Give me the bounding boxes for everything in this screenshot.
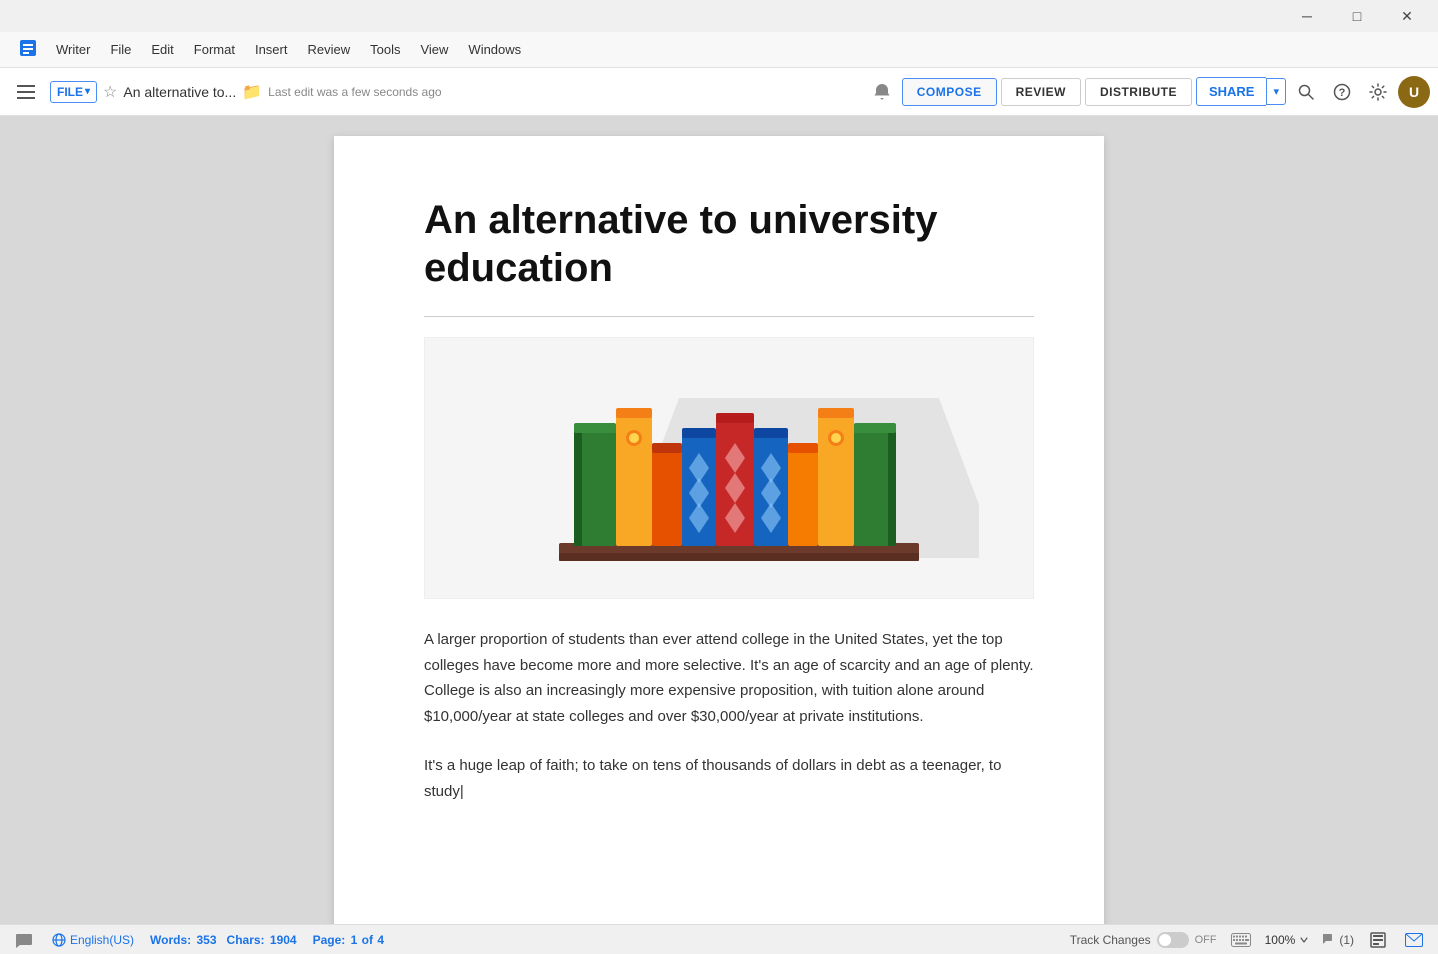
document-heading: An alternative to university education bbox=[424, 196, 1034, 292]
share-dropdown-button[interactable]: ▾ bbox=[1266, 78, 1286, 105]
distribute-tab[interactable]: DISTRIBUTE bbox=[1085, 78, 1192, 106]
status-bar: English(US) Words: 353 Chars: 1904 Page:… bbox=[0, 924, 1438, 954]
paragraph-2: It's a huge leap of faith; to take on te… bbox=[424, 753, 1034, 804]
language-label: English(US) bbox=[70, 933, 134, 947]
menu-format[interactable]: Format bbox=[186, 38, 243, 61]
zoom-control[interactable]: 100% bbox=[1265, 933, 1310, 947]
status-right: Track Changes OFF 100% bbox=[1070, 928, 1426, 952]
menu-file[interactable]: File bbox=[102, 38, 139, 61]
favorite-star-icon[interactable]: ☆ bbox=[103, 82, 117, 102]
comments-count[interactable]: (1) bbox=[1321, 932, 1354, 948]
last-edit-status: Last edit was a few seconds ago bbox=[268, 85, 860, 99]
word-count: Words: 353 Chars: 1904 bbox=[150, 933, 297, 947]
status-left: English(US) Words: 353 Chars: 1904 Page:… bbox=[12, 928, 1054, 952]
hamburger-button[interactable] bbox=[8, 74, 44, 110]
help-button[interactable]: ? bbox=[1326, 76, 1358, 108]
paragraph-1: A larger proportion of students than eve… bbox=[424, 627, 1034, 729]
svg-text:?: ? bbox=[1339, 87, 1346, 99]
menu-edit[interactable]: Edit bbox=[143, 38, 181, 61]
main-area: An alternative to university education bbox=[0, 116, 1438, 924]
file-label: FILE bbox=[57, 85, 83, 99]
track-changes-toggle[interactable]: Track Changes OFF bbox=[1070, 932, 1217, 948]
comment-status-button[interactable] bbox=[12, 928, 36, 952]
search-button[interactable] bbox=[1290, 76, 1322, 108]
toolbar: FILE ▾ ☆ An alternative to... 📁 Last edi… bbox=[0, 68, 1438, 116]
menu-review[interactable]: Review bbox=[299, 38, 358, 61]
settings-button[interactable] bbox=[1362, 76, 1394, 108]
menu-view[interactable]: View bbox=[412, 38, 456, 61]
book-image bbox=[424, 337, 1034, 599]
zoom-value: 100% bbox=[1265, 933, 1296, 947]
menu-writer[interactable]: Writer bbox=[48, 38, 98, 61]
print-layout-button[interactable] bbox=[1366, 928, 1390, 952]
menu-bar: Writer File Edit Format Insert Review To… bbox=[0, 32, 1438, 68]
file-button[interactable]: FILE ▾ bbox=[50, 81, 97, 103]
share-button[interactable]: SHARE bbox=[1196, 77, 1267, 106]
language-selector[interactable]: English(US) bbox=[52, 933, 134, 947]
title-bar: ─ □ ✕ bbox=[0, 0, 1438, 32]
notification-bell-button[interactable] bbox=[866, 76, 898, 108]
minimize-button[interactable]: ─ bbox=[1284, 0, 1330, 32]
menu-windows[interactable]: Windows bbox=[460, 38, 529, 61]
compose-tab[interactable]: COMPOSE bbox=[902, 78, 997, 106]
page-info: Page: 1 of 4 bbox=[313, 933, 384, 947]
document-container: An alternative to university education bbox=[0, 116, 1438, 924]
review-tab[interactable]: REVIEW bbox=[1001, 78, 1081, 106]
track-changes-label: Track Changes bbox=[1070, 933, 1151, 947]
app-icon bbox=[12, 36, 44, 63]
menu-insert[interactable]: Insert bbox=[247, 38, 296, 61]
maximize-button[interactable]: □ bbox=[1334, 0, 1380, 32]
comments-count-badge: (1) bbox=[1339, 933, 1354, 947]
keyboard-icon[interactable] bbox=[1229, 928, 1253, 952]
folder-icon[interactable]: 📁 bbox=[242, 82, 262, 102]
email-button[interactable] bbox=[1402, 928, 1426, 952]
user-avatar[interactable]: U bbox=[1398, 76, 1430, 108]
track-changes-state: OFF bbox=[1195, 934, 1217, 946]
document-page: An alternative to university education bbox=[334, 136, 1104, 924]
track-changes-switch[interactable] bbox=[1157, 932, 1189, 948]
heading-divider bbox=[424, 316, 1034, 317]
file-dropdown-icon: ▾ bbox=[85, 86, 90, 97]
menu-tools[interactable]: Tools bbox=[362, 38, 408, 61]
close-button[interactable]: ✕ bbox=[1384, 0, 1430, 32]
document-title: An alternative to... bbox=[123, 84, 236, 100]
toolbar-right: COMPOSE REVIEW DISTRIBUTE SHARE ▾ ? bbox=[866, 76, 1430, 108]
